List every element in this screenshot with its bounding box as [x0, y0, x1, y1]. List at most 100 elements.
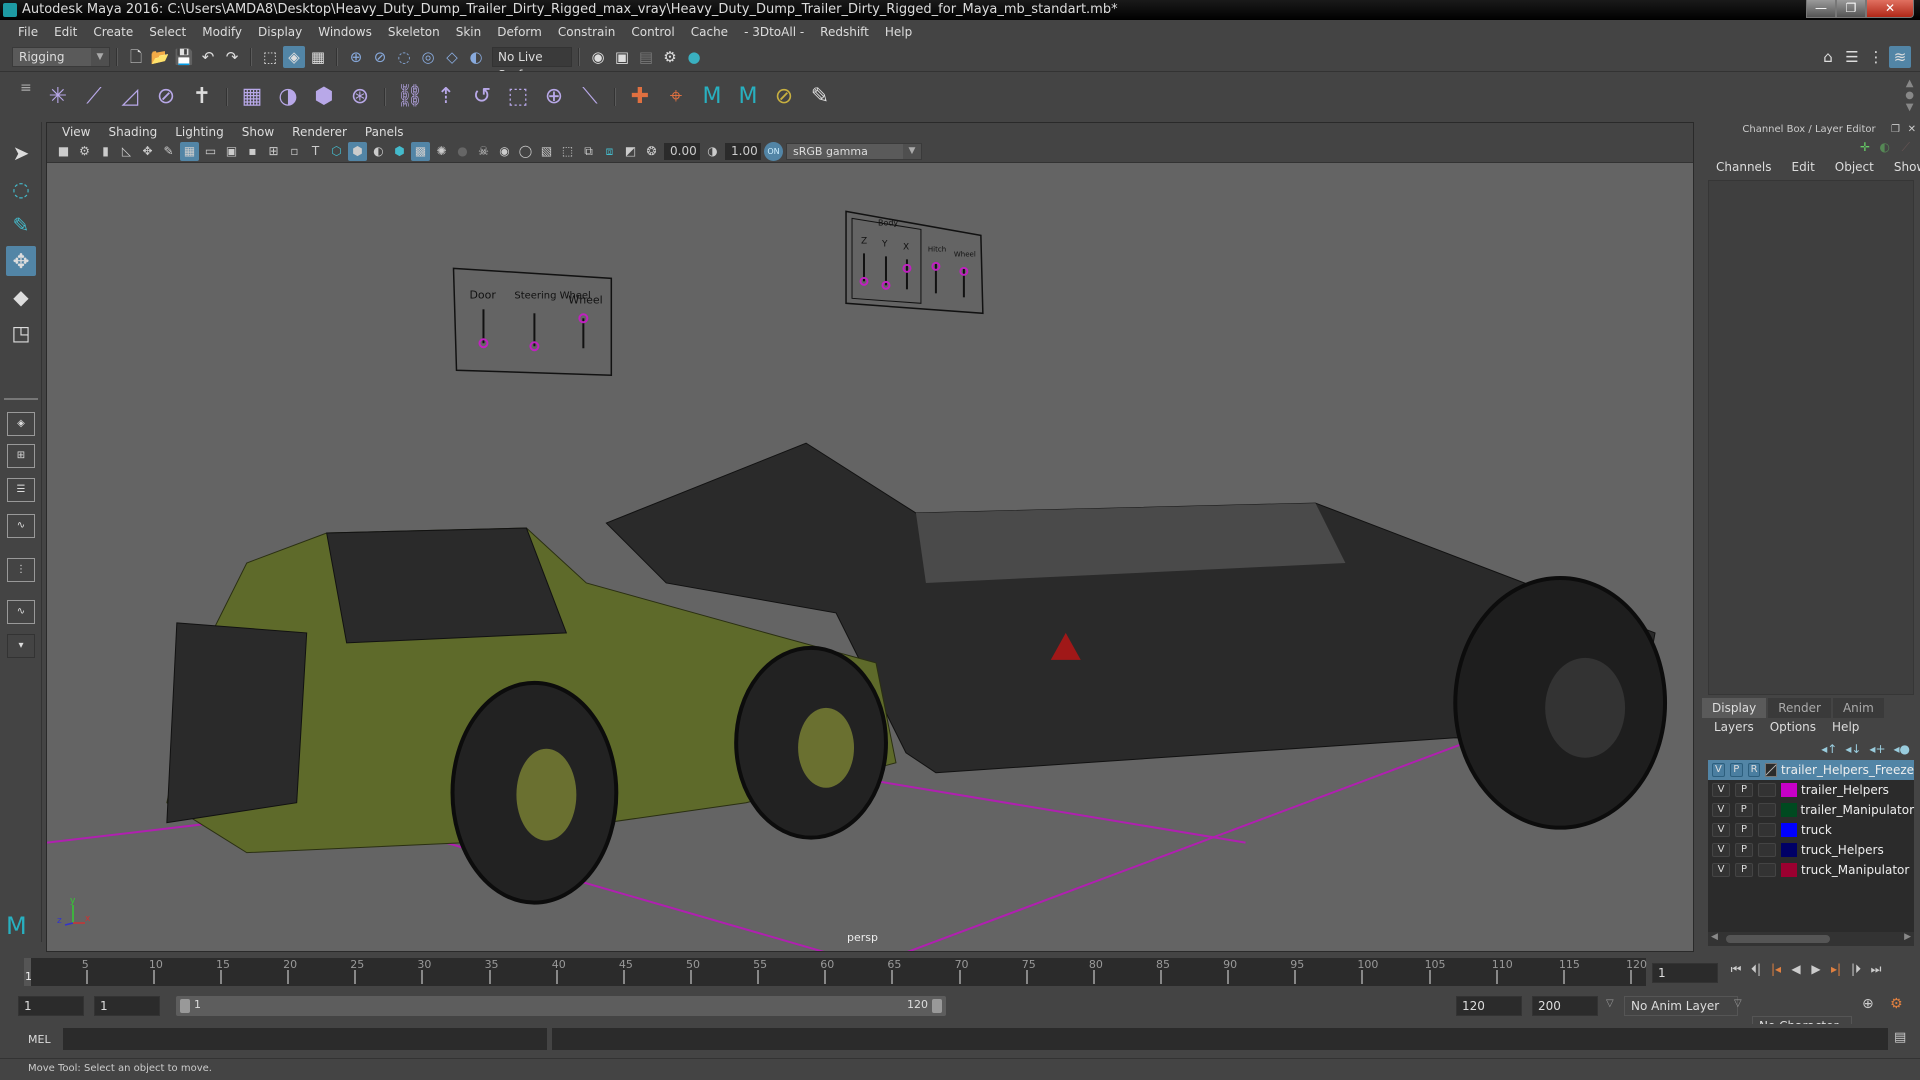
menu-select[interactable]: Select	[141, 25, 194, 39]
persp-graph-layout-icon[interactable]: ∿	[7, 514, 35, 538]
screen-space-ao-icon[interactable]: ☠	[474, 142, 493, 161]
color-management-toggle[interactable]: ON	[764, 142, 783, 161]
channel-box-toggle-icon[interactable]: ≋	[1889, 46, 1911, 68]
maya-m-icon[interactable]: M	[697, 81, 727, 113]
isolate-select-icon[interactable]: ⬚	[558, 142, 577, 161]
cb-menu-channels[interactable]: Channels	[1706, 160, 1782, 174]
time-slider-bar[interactable]: 1 5 10 15 20 25 30 35 40 45 50 55 60 65 70 75 80 85 90 95 1…	[24, 958, 1647, 986]
viewport-menu-view[interactable]: View	[53, 125, 99, 139]
menu-edit[interactable]: Edit	[46, 25, 85, 39]
color-space-dropdown[interactable]: sRGB gamma ▼	[786, 143, 922, 160]
layer-color-swatch[interactable]	[1781, 823, 1797, 837]
menu-help[interactable]: Help	[877, 25, 920, 39]
snap-point-icon[interactable]: ◌	[393, 46, 415, 68]
snap-view-plane-icon[interactable]: ◇	[441, 46, 463, 68]
field-chart-icon[interactable]: ⊞	[264, 142, 283, 161]
scene-3d-view[interactable]: Door Steering Wheel Wheel Body Z Y X Hit…	[47, 163, 1693, 952]
hypershade-layout-icon[interactable]: ⋮	[7, 558, 35, 582]
render-frame-icon[interactable]: ▣	[611, 46, 633, 68]
layer-row[interactable]: V P truck	[1708, 820, 1914, 840]
ik-spline-icon[interactable]: ◿	[115, 81, 145, 113]
menu-skeleton[interactable]: Skeleton	[380, 25, 448, 39]
play-forward-icon[interactable]: ▶	[1806, 962, 1826, 977]
tab-display[interactable]: Display	[1702, 698, 1767, 718]
new-layer-selected-icon[interactable]: ◂●	[1894, 742, 1911, 756]
layer-menu-options[interactable]: Options	[1762, 720, 1824, 734]
go-to-start-icon[interactable]: ⏮	[1726, 962, 1746, 977]
wireframe-icon[interactable]: ⬡	[327, 142, 346, 161]
layer-menu-help[interactable]: Help	[1824, 720, 1867, 734]
chevron-down-icon[interactable]: ▽	[1606, 998, 1614, 1009]
exposure-icon[interactable]: ❂	[642, 142, 661, 161]
grease-pencil-icon[interactable]: ✎	[159, 142, 178, 161]
live-surface-field[interactable]: No Live Surface	[492, 47, 572, 82]
menu-modify[interactable]: Modify	[194, 25, 250, 39]
viewport-panel[interactable]: View Shading Lighting Show Renderer Pane…	[46, 122, 1694, 952]
camera-attributes-icon[interactable]: ⚙	[75, 142, 94, 161]
wire-deformer-icon[interactable]: ⬢	[309, 81, 339, 113]
snap-curve-icon[interactable]: ⊘	[369, 46, 391, 68]
channel-box-area[interactable]	[1708, 180, 1914, 695]
move-layer-down-icon[interactable]: ◂↓	[1845, 742, 1861, 756]
layer-display-type-toggle[interactable]	[1758, 823, 1776, 837]
layer-menu-layers[interactable]: Layers	[1706, 720, 1762, 734]
layout-more-icon[interactable]: ▾	[7, 634, 35, 658]
outliner-persp-layout-icon[interactable]: ☰	[7, 478, 35, 502]
render-settings-icon[interactable]: ⚙	[659, 46, 681, 68]
script-language-toggle[interactable]: MEL	[28, 1033, 51, 1046]
snap-grid-icon[interactable]: ⊕	[345, 46, 367, 68]
layer-visibility-toggle[interactable]: V	[1712, 803, 1730, 817]
xray-icon[interactable]: ⧉	[579, 142, 598, 161]
layer-visibility-toggle[interactable]: V	[1712, 863, 1730, 877]
scroll-right-icon[interactable]: ▶	[1904, 932, 1911, 942]
menu-deform[interactable]: Deform	[489, 25, 550, 39]
manipulator-icon[interactable]: ◐	[1880, 140, 1890, 154]
four-pane-layout-icon[interactable]: ⊞	[7, 444, 35, 468]
menu-display[interactable]: Display	[250, 25, 310, 39]
layer-color-swatch[interactable]	[1765, 763, 1777, 777]
new-scene-icon[interactable]: 🗋	[125, 46, 147, 68]
layer-display-type-toggle[interactable]	[1757, 803, 1776, 817]
bookmark-icon[interactable]: ▮	[96, 142, 115, 161]
lattice-icon[interactable]: ▦	[237, 81, 267, 113]
gamma-field[interactable]: 1.00	[725, 143, 761, 160]
point-constraint-icon[interactable]: ⇡	[431, 81, 461, 113]
parent-constraint-icon[interactable]: ⛓	[395, 81, 425, 113]
layer-color-swatch[interactable]	[1781, 843, 1797, 857]
layer-playback-toggle[interactable]: P	[1735, 843, 1753, 857]
step-forward-frame-icon[interactable]: ▸|	[1826, 962, 1846, 977]
step-back-key-icon[interactable]: ⏴|	[1746, 962, 1766, 977]
locator-icon[interactable]: ✚	[625, 81, 655, 113]
pole-vector-icon[interactable]: ⟍	[575, 81, 605, 113]
safe-action-icon[interactable]: ▫	[285, 142, 304, 161]
snap-projected-icon[interactable]: ◎	[417, 46, 439, 68]
gate-mask-icon[interactable]: ▪	[243, 142, 262, 161]
lasso-tool-icon[interactable]: ◌	[6, 174, 36, 204]
animation-prefs-icon[interactable]: ⚙	[1890, 996, 1903, 1012]
hypershade-icon[interactable]: ●	[683, 46, 705, 68]
menu-redshift[interactable]: Redshift	[812, 25, 877, 39]
menu-skin[interactable]: Skin	[448, 25, 490, 39]
ipr-render-icon[interactable]: ▤	[635, 46, 657, 68]
rotate-tool-icon[interactable]: ◆	[6, 282, 36, 312]
modeling-toolkit-icon[interactable]: ⌂	[1817, 46, 1839, 68]
speed-icon[interactable]: ⟋	[1902, 140, 1910, 155]
save-scene-icon[interactable]: 💾	[173, 46, 195, 68]
soft-mod-icon[interactable]: ⊛	[345, 81, 375, 113]
step-back-frame-icon[interactable]: |◂	[1766, 962, 1786, 977]
layer-color-swatch[interactable]	[1781, 783, 1797, 797]
locator-link-icon[interactable]: ⌖	[661, 81, 691, 113]
image-plane-icon[interactable]: ◺	[117, 142, 136, 161]
redo-icon[interactable]: ↷	[221, 46, 243, 68]
auto-key-icon[interactable]: ⊕	[1862, 996, 1874, 1012]
layer-playback-toggle[interactable]: P	[1734, 803, 1753, 817]
textured-icon[interactable]: ▩	[411, 142, 430, 161]
viewport-menu-shading[interactable]: Shading	[99, 125, 166, 139]
layer-color-swatch[interactable]	[1780, 803, 1797, 817]
viewport-menu-renderer[interactable]: Renderer	[283, 125, 356, 139]
select-hierarchy-icon[interactable]: ⬚	[259, 46, 281, 68]
scroll-left-icon[interactable]: ◀	[1711, 932, 1718, 942]
tab-render[interactable]: Render	[1768, 698, 1831, 718]
layer-row[interactable]: V P truck_Helpers	[1708, 840, 1914, 860]
command-input[interactable]	[63, 1028, 547, 1050]
